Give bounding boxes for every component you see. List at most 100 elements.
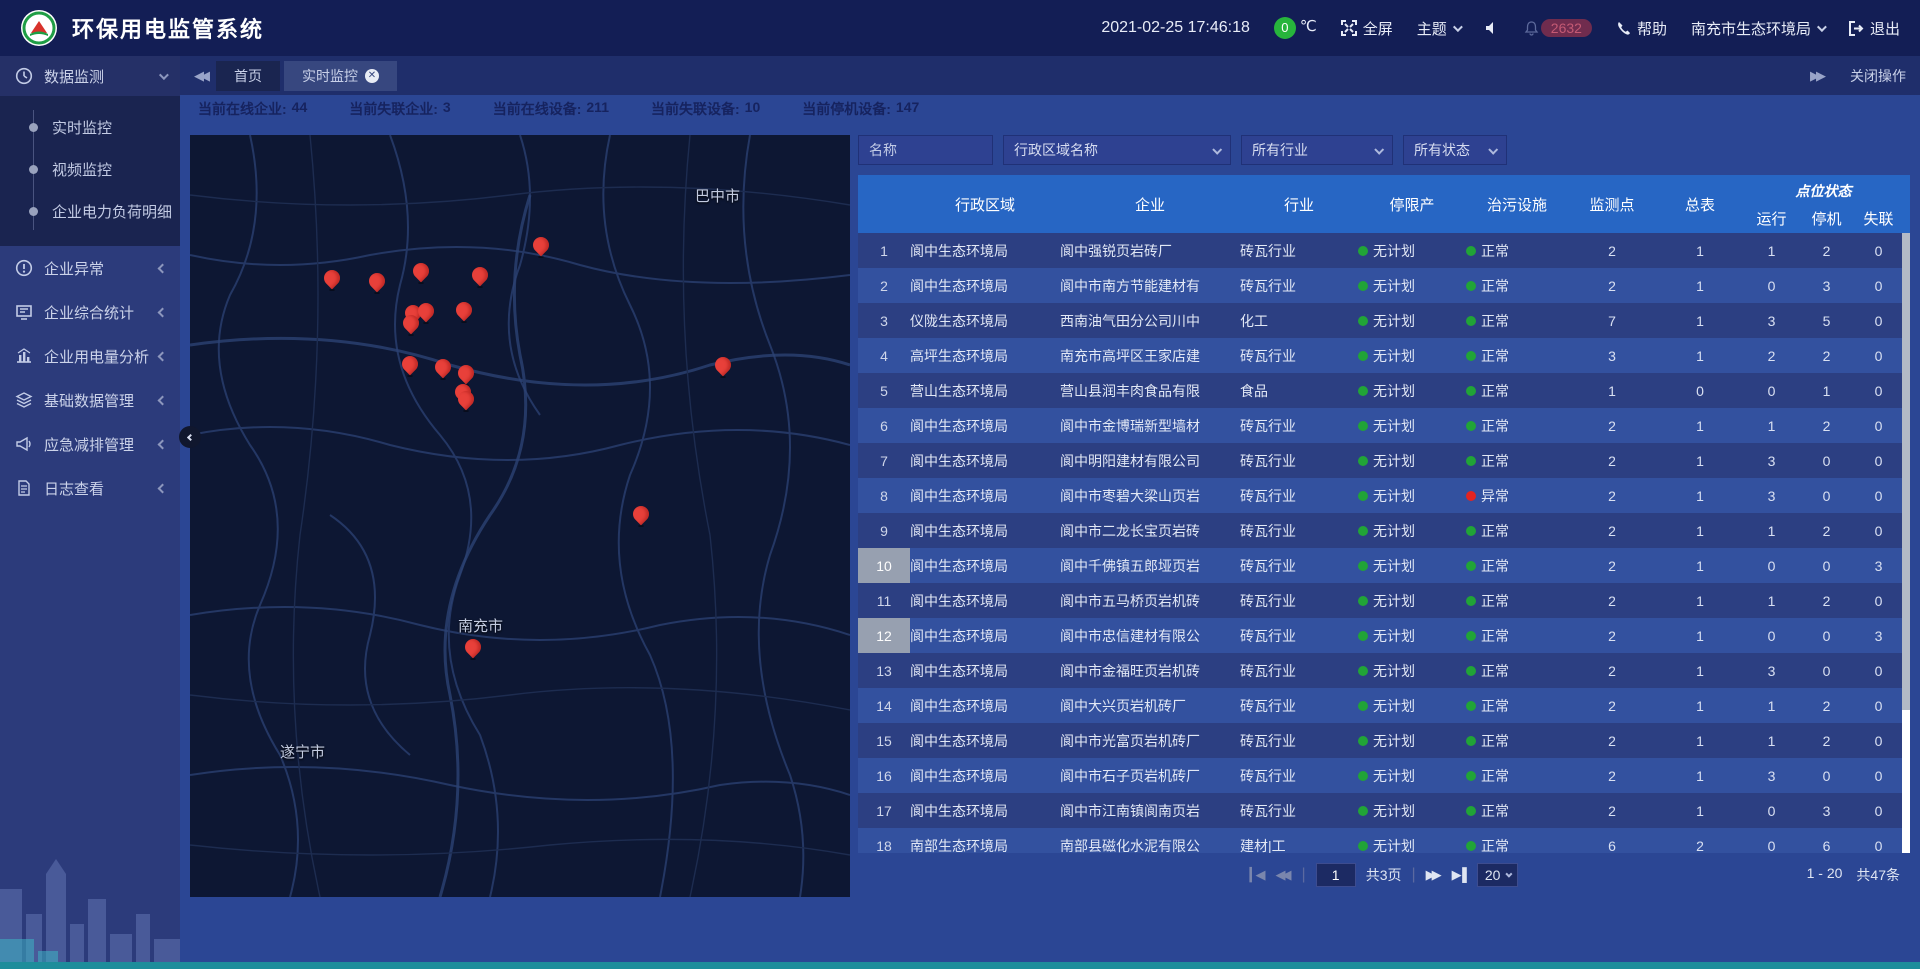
row-meters-cell: 1	[1656, 793, 1744, 828]
sidebar-item-power-analysis[interactable]: 企业用电量分析	[0, 334, 180, 378]
map-marker-pin[interactable]	[471, 267, 489, 285]
map-marker-pin[interactable]	[402, 315, 420, 333]
sidebar-item-realtime-monitor[interactable]: 实时监控	[0, 106, 180, 148]
row-company-cell: 西南油气田分公司川中	[1060, 303, 1240, 338]
fullscreen-button[interactable]: 全屏	[1341, 18, 1393, 39]
sidebar-item-emergency-reduction[interactable]: 应急减排管理	[0, 422, 180, 466]
sidebar-item-enterprise-statistics[interactable]: 企业综合统计	[0, 290, 180, 334]
table-row[interactable]: 5 营山生态环境局 营山县润丰肉食品有限 食品 无计划 正常 1 0 0 1 0	[858, 373, 1910, 408]
speaker-muted-icon[interactable]	[1484, 20, 1500, 36]
next-page-button[interactable]: ▶▶	[1426, 867, 1442, 883]
table-row[interactable]: 11 阆中生态环境局 阆中市五马桥页岩机砖 砖瓦行业 无计划 正常 2 1 1 …	[858, 583, 1910, 618]
row-points-cell: 2	[1568, 583, 1656, 618]
table-row[interactable]: 7 阆中生态环境局 阆中明阳建材有限公司 砖瓦行业 无计划 正常 2 1 3 0…	[858, 443, 1910, 478]
map-marker-pin[interactable]	[632, 506, 650, 524]
sidebar-collapse-button[interactable]	[179, 426, 201, 448]
table-row[interactable]: 16 阆中生态环境局 阆中市石子页岩机砖厂 砖瓦行业 无计划 正常 2 1 3 …	[858, 758, 1910, 793]
map-marker-pin[interactable]	[434, 359, 452, 377]
row-industry-cell: 砖瓦行业	[1240, 478, 1358, 513]
row-points-cell: 2	[1568, 548, 1656, 583]
row-industry-cell: 砖瓦行业	[1240, 268, 1358, 303]
chevron-down-icon	[1488, 144, 1498, 154]
map-marker-pin[interactable]	[464, 639, 482, 657]
map-marker-pin[interactable]	[714, 357, 732, 375]
scrollbar-thumb[interactable]	[1902, 233, 1910, 710]
row-running-cell: 3	[1744, 303, 1799, 338]
table-row[interactable]: 4 高坪生态环境局 南充市高坪区王家店建 砖瓦行业 无计划 正常 3 1 2 2…	[858, 338, 1910, 373]
org-dropdown[interactable]: 南充市生态环境局	[1691, 18, 1824, 39]
table-row[interactable]: 18 南部生态环境局 南部县磁化水泥有限公 建材|工 无计划 正常 6 2 0 …	[858, 828, 1910, 853]
tabs-scroll-right-icon[interactable]: ▶▶	[1810, 68, 1822, 84]
row-points-cell: 2	[1568, 618, 1656, 653]
help-button[interactable]: 帮助	[1616, 18, 1667, 39]
table-row[interactable]: 12 阆中生态环境局 阆中市忠信建材有限公 砖瓦行业 无计划 正常 2 1 0 …	[858, 618, 1910, 653]
map-marker-pin[interactable]	[323, 270, 341, 288]
row-region-cell: 阆中生态环境局	[910, 233, 1060, 268]
sidebar-group-data-monitor[interactable]: 数据监测	[0, 56, 180, 96]
table-row[interactable]: 9 阆中生态环境局 阆中市二龙长宝页岩砖 砖瓦行业 无计划 正常 2 1 1 2…	[858, 513, 1910, 548]
table-row[interactable]: 6 阆中生态环境局 阆中市金博瑞新型墙材 砖瓦行业 无计划 正常 2 1 1 2…	[858, 408, 1910, 443]
page-size-select[interactable]: 20	[1477, 863, 1519, 887]
map-marker-pin[interactable]	[457, 391, 475, 409]
close-icon[interactable]: ✕	[365, 69, 379, 83]
region-filter-select[interactable]: 行政区域名称	[1003, 135, 1231, 165]
tab-home[interactable]: 首页	[216, 61, 280, 91]
table-row[interactable]: 2 阆中生态环境局 阆中市南方节能建材有 砖瓦行业 无计划 正常 2 1 0 3…	[858, 268, 1910, 303]
table-row[interactable]: 13 阆中生态环境局 阆中市金福旺页岩机砖 砖瓦行业 无计划 正常 2 1 3 …	[858, 653, 1910, 688]
row-lost-cell: 3	[1854, 548, 1903, 583]
industry-filter-select[interactable]: 所有行业	[1241, 135, 1393, 165]
filter-row: 行政区域名称 所有行业 所有状态	[858, 135, 1910, 165]
table-row[interactable]: 1 阆中生态环境局 阆中强锐页岩砖厂 砖瓦行业 无计划 正常 2 1 1 2 0	[858, 233, 1910, 268]
table-row[interactable]: 10 阆中生态环境局 阆中千佛镇五郎垭页岩 砖瓦行业 无计划 正常 2 1 0 …	[858, 548, 1910, 583]
name-filter-input[interactable]	[858, 135, 993, 165]
row-industry-cell: 砖瓦行业	[1240, 583, 1358, 618]
sidebar-item-log-view[interactable]: 日志查看	[0, 466, 180, 510]
map-roads	[190, 135, 850, 897]
map-marker-pin[interactable]	[401, 356, 419, 374]
status-dot	[1358, 841, 1368, 851]
row-running-cell: 1	[1744, 408, 1799, 443]
sidebar-group-label: 数据监测	[44, 66, 104, 87]
first-page-button[interactable]: ▎◀	[1250, 867, 1266, 883]
chevron-left-icon	[158, 351, 168, 361]
table-row[interactable]: 17 阆中生态环境局 阆中市江南镇阆南页岩 砖瓦行业 无计划 正常 2 1 0 …	[858, 793, 1910, 828]
sidebar-item-power-load-detail[interactable]: 企业电力负荷明细	[0, 190, 180, 232]
sidebar-item-video-monitor[interactable]: 视频监控	[0, 148, 180, 190]
row-region-cell: 阆中生态环境局	[910, 548, 1060, 583]
map-marker-pin[interactable]	[368, 273, 386, 291]
app-window: 环保用电监管系统 2021-02-25 17:46:18 0 ℃ 全屏 主题	[0, 0, 1920, 969]
tabs-scroll-left-icon[interactable]: ◀◀	[194, 68, 206, 84]
status-dot	[1358, 386, 1368, 396]
map-marker-pin[interactable]	[412, 263, 430, 281]
last-page-button[interactable]: ▶▐	[1452, 867, 1467, 883]
table-row[interactable]: 8 阆中生态环境局 阆中市枣碧大梁山页岩 砖瓦行业 无计划 异常 2 1 3 0…	[858, 478, 1910, 513]
row-points-cell: 2	[1568, 688, 1656, 723]
range-label: 1 - 20	[1807, 865, 1843, 885]
notifications[interactable]: 2632	[1524, 19, 1592, 37]
table-row[interactable]: 3 仪陇生态环境局 西南油气田分公司川中 化工 无计划 正常 7 1 3 5 0	[858, 303, 1910, 338]
map-panel[interactable]: 巴中市南充市遂宁市	[190, 135, 850, 897]
map-marker-pin[interactable]	[532, 237, 550, 255]
status-dot	[1466, 596, 1476, 606]
map-marker-pin[interactable]	[457, 365, 475, 383]
row-running-cell: 0	[1744, 548, 1799, 583]
row-company-cell: 阆中市五马桥页岩机砖	[1060, 583, 1240, 618]
status-dot	[1466, 246, 1476, 256]
close-actions-dropdown[interactable]: 关闭操作	[1850, 66, 1906, 86]
page-number-input[interactable]	[1316, 863, 1356, 887]
sidebar-item-base-data[interactable]: 基础数据管理	[0, 378, 180, 422]
map-marker-pin[interactable]	[455, 302, 473, 320]
tab-realtime-monitor[interactable]: 实时监控 ✕	[284, 61, 397, 91]
theme-dropdown[interactable]: 主题	[1417, 18, 1460, 39]
prev-page-button[interactable]: ◀◀	[1276, 867, 1292, 883]
notification-count-badge: 2632	[1541, 19, 1592, 37]
row-production-cell: 无计划	[1358, 338, 1466, 373]
status-filter-select[interactable]: 所有状态	[1403, 135, 1507, 165]
logout-button[interactable]: 退出	[1848, 18, 1900, 39]
table-row[interactable]: 15 阆中生态环境局 阆中市光富页岩机砖厂 砖瓦行业 无计划 正常 2 1 1 …	[858, 723, 1910, 758]
table-scrollbar[interactable]	[1902, 233, 1910, 853]
stat-online-enterprises: 当前在线企业:44	[198, 99, 307, 119]
status-dot	[1466, 771, 1476, 781]
sidebar-item-enterprise-abnormal[interactable]: 企业异常	[0, 246, 180, 290]
table-row[interactable]: 14 阆中生态环境局 阆中大兴页岩机砖厂 砖瓦行业 无计划 正常 2 1 1 2…	[858, 688, 1910, 723]
